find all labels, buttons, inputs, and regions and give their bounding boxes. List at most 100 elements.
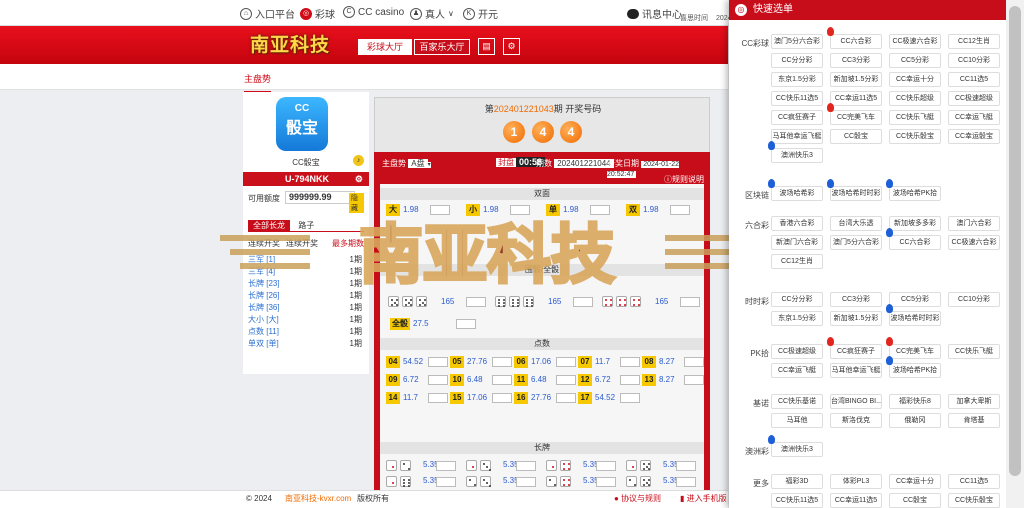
quick-tag[interactable]: CC六合彩 xyxy=(830,34,882,49)
quick-tag[interactable]: 澳洲快乐3 xyxy=(771,148,823,163)
quick-tag[interactable]: 新澳门六合彩 xyxy=(771,235,823,250)
long-input[interactable] xyxy=(676,461,696,471)
points-input[interactable] xyxy=(684,357,704,367)
quick-tag[interactable]: CC快乐11选5 xyxy=(771,493,823,508)
quick-tag[interactable]: CC12生肖 xyxy=(948,34,1000,49)
long-row-label[interactable]: 长牌 [26] xyxy=(248,291,280,300)
quick-tag[interactable]: CC快乐基诺 xyxy=(771,394,823,409)
quick-tag[interactable]: CC快乐超级 xyxy=(889,91,941,106)
quick-tag[interactable]: CC疯狂赛子 xyxy=(771,110,823,125)
long-input[interactable] xyxy=(516,461,536,471)
long-input[interactable] xyxy=(676,477,696,487)
quick-tag[interactable]: 东京1.5分彩 xyxy=(771,72,823,87)
points-input[interactable] xyxy=(492,393,512,403)
nav-live[interactable]: ♟ 真人 ∨ xyxy=(410,6,454,21)
quick-tag[interactable]: 新加坡1.5分彩 xyxy=(830,72,882,87)
quick-tag[interactable]: CC12生肖 xyxy=(771,254,823,269)
points-input[interactable] xyxy=(620,357,640,367)
points-input[interactable] xyxy=(620,393,640,403)
points-input[interactable] xyxy=(492,375,512,385)
points-input[interactable] xyxy=(556,357,576,367)
points-input[interactable] xyxy=(620,375,640,385)
quick-tag[interactable]: CC疯狂赛子 xyxy=(830,344,882,359)
quick-tag[interactable]: CC极速超级 xyxy=(771,344,823,359)
caiqiu-hall-button[interactable]: 彩球大厅 xyxy=(358,39,412,55)
long-row-label[interactable]: 点数 [11] xyxy=(248,327,279,336)
quick-tag[interactable]: CC3分彩 xyxy=(830,53,882,68)
hide-button[interactable]: 隐藏 xyxy=(349,193,364,213)
quick-tag[interactable]: CC完美飞车 xyxy=(830,110,882,125)
quan-input[interactable] xyxy=(456,319,476,329)
quan-cell[interactable]: 全骰 27.5 xyxy=(390,318,429,330)
bigsmall-cell[interactable]: 大 1.98 xyxy=(386,204,419,216)
quick-tag[interactable]: CC11选5 xyxy=(948,72,1000,87)
quick-tag[interactable]: 斯洛伐克 xyxy=(830,413,882,428)
quick-tag[interactable]: CC六合彩 xyxy=(889,235,941,250)
long-row-label[interactable]: 长牌 [36] xyxy=(248,303,280,312)
long-input[interactable] xyxy=(596,461,616,471)
points-cell[interactable]: 11 6.48 xyxy=(514,374,547,386)
message-center[interactable]: 讯息中心 xyxy=(627,6,682,21)
points-cell[interactable]: 15 17.06 xyxy=(450,392,487,404)
long-input[interactable] xyxy=(596,477,616,487)
quick-tag[interactable]: CC幸运十分 xyxy=(889,72,941,87)
quick-tag[interactable]: 加拿大卑斯 xyxy=(948,394,1000,409)
points-cell[interactable]: 04 54.52 xyxy=(386,356,423,368)
points-input[interactable] xyxy=(556,375,576,385)
nav-caiqiu[interactable]: ◎ 彩球 xyxy=(300,6,335,21)
tab-main-market[interactable]: 主盘势 xyxy=(244,72,272,93)
quick-tag[interactable]: CC极速六合彩 xyxy=(889,34,941,49)
bet-input[interactable] xyxy=(510,205,530,215)
triple-input[interactable] xyxy=(680,297,700,307)
quick-tag[interactable]: CC快乐飞艇 xyxy=(948,344,1000,359)
quick-tag[interactable]: 台湾大乐透 xyxy=(830,216,882,231)
scrollbar-thumb[interactable] xyxy=(1009,6,1021,476)
quick-tag[interactable]: CC幸运十分 xyxy=(889,474,941,489)
points-cell[interactable]: 14 11.7 xyxy=(386,392,418,404)
long-row-label[interactable]: 长牌 [23] xyxy=(248,279,280,288)
points-cell[interactable]: 09 6.72 xyxy=(386,374,419,386)
bet-input[interactable] xyxy=(430,205,450,215)
quick-tag[interactable]: CC幸运11选5 xyxy=(830,493,882,508)
quick-tag[interactable]: CC幸运11选5 xyxy=(830,91,882,106)
nav-cc-casino[interactable]: C CC casino xyxy=(343,6,404,18)
quick-tag[interactable]: CC极速六合彩 xyxy=(948,235,1000,250)
bigsmall-cell[interactable]: 小 1.98 xyxy=(466,204,499,216)
quick-tag[interactable]: 波场哈希彩 xyxy=(771,186,823,201)
points-input[interactable] xyxy=(428,375,448,385)
quick-tag[interactable]: 肯塔基 xyxy=(948,413,1000,428)
long-input[interactable] xyxy=(516,477,536,487)
long-input[interactable] xyxy=(436,477,456,487)
long-input[interactable] xyxy=(436,461,456,471)
site-logo[interactable]: 南亚科技 xyxy=(250,31,350,61)
nav-entry-platform[interactable]: ⌂ 入口平台 xyxy=(240,6,295,21)
quick-tag[interactable]: 波场哈希时时彩 xyxy=(830,186,882,201)
points-cell[interactable]: 13 8.27 xyxy=(642,374,675,386)
points-cell[interactable]: 06 17.06 xyxy=(514,356,551,368)
quick-tag[interactable]: CC骰宝 xyxy=(830,129,882,144)
long-row-label[interactable]: 三军 [4] xyxy=(248,267,275,276)
quick-tag[interactable]: 波场哈希PK拾 xyxy=(889,363,941,378)
nav-kaiyuan[interactable]: K 开元 xyxy=(463,6,498,21)
quick-tag[interactable]: CC骰宝 xyxy=(889,493,941,508)
footer-site[interactable]: 南亚科技-kvxr.com xyxy=(285,491,351,507)
points-cell[interactable]: 10 6.48 xyxy=(450,374,483,386)
gear-icon[interactable]: ⚙ xyxy=(355,172,363,186)
points-cell[interactable]: 08 8.27 xyxy=(642,356,675,368)
quick-tag[interactable]: 福彩3D xyxy=(771,474,823,489)
mobile-link[interactable]: ▮ 进入手机版 xyxy=(680,491,727,507)
quick-tag[interactable]: CC快乐骰宝 xyxy=(889,129,941,144)
bigsmall-cell[interactable]: 单 1.98 xyxy=(546,204,579,216)
quick-tag[interactable]: CC5分彩 xyxy=(889,53,941,68)
quick-tag[interactable]: 新加坡多多彩 xyxy=(889,216,941,231)
protocol-link[interactable]: ● 协议与规则 xyxy=(614,491,661,507)
scrollbar[interactable] xyxy=(1006,0,1024,508)
quick-tag[interactable]: CC幸运骰宝 xyxy=(948,129,1000,144)
quick-tag[interactable]: CC幸运飞艇 xyxy=(771,363,823,378)
long-row-label[interactable]: 大小 [大] xyxy=(248,315,279,324)
quick-tag[interactable]: 台湾BINGO BI... xyxy=(830,394,882,409)
points-input[interactable] xyxy=(428,357,448,367)
quick-tag[interactable]: 澳门5分六合彩 xyxy=(771,34,823,49)
points-cell[interactable]: 05 27.76 xyxy=(450,356,487,368)
points-cell[interactable]: 17 54.52 xyxy=(578,392,615,404)
